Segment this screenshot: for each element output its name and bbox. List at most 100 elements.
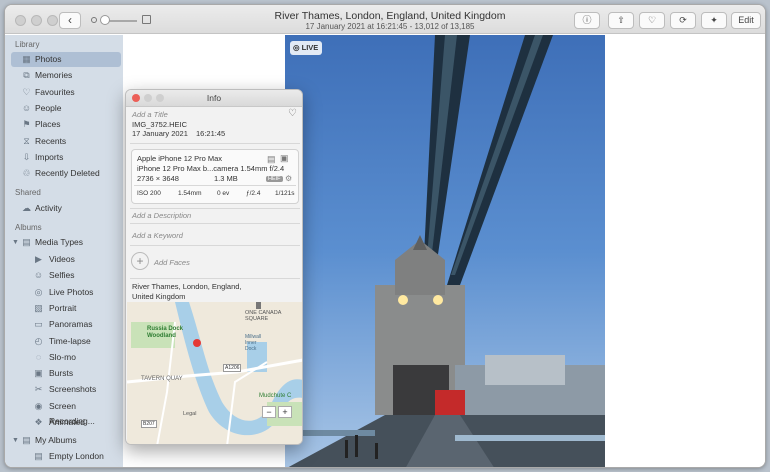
photo-date: 17 January 2021 (132, 129, 188, 138)
videos-icon: ▶ (35, 254, 42, 264)
zoom-slider-knob[interactable] (100, 15, 110, 25)
sidebar-item-label: Panoramas (49, 319, 93, 330)
map-zoom-out-button[interactable]: − (262, 406, 276, 418)
panoramas-icon: ▭ (34, 319, 43, 330)
zoom-out-icon (91, 17, 97, 23)
sidebar-item-label: Slo-mo (49, 351, 76, 362)
sidebar-item-label: Time-lapse (49, 335, 91, 346)
zoom-window-button[interactable] (47, 15, 58, 26)
photo-time: 16:21:45 (196, 129, 226, 138)
add-faces-label[interactable]: Add Faces (154, 258, 190, 267)
keyword-field[interactable]: Add a Keyword (132, 231, 183, 240)
sidebar-item-bursts[interactable]: ▣ Bursts (11, 366, 121, 381)
sidebar-section-albums: Albums (15, 223, 42, 232)
minimize-window-button[interactable] (31, 15, 42, 26)
window-subtitle: 17 January 2021 at 16:21:45 - 13,012 of … (305, 22, 475, 31)
sidebar-item-label: Places (35, 119, 61, 130)
sidebar-item-label: Favourites (35, 86, 75, 97)
selfies-icon: ☺ (33, 270, 44, 281)
disclosure-triangle-icon[interactable]: ▼ (12, 235, 19, 250)
sidebar-item-label: Screenshots (49, 384, 97, 395)
map-label-mudchute: Mudchute C (259, 393, 292, 399)
sidebar-item-my-albums[interactable]: ▼ ▤ My Albums (11, 433, 121, 448)
sidebar-item-screenshots[interactable]: ✂ Screenshots (11, 382, 121, 397)
sidebar-item-screen-recording[interactable]: ◉ Screen Recording... (11, 399, 121, 426)
sidebar: Library Shared Albums ▦ Photos ⧉ Memories ♡ F… (5, 35, 123, 467)
camera-details: Apple iPhone 12 Pro Max iPhone 12 Pro Ma… (131, 149, 299, 204)
live-badge[interactable]: ◎ LIVE (290, 41, 323, 55)
magic-wand-icon: ✦ (710, 15, 718, 25)
sidebar-item-favourites[interactable]: ♡ Favourites (11, 85, 121, 100)
location-line-2: United Kingdom (132, 292, 186, 301)
my-albums-icon: ▤ (22, 435, 31, 445)
share-button[interactable]: ⇧ (608, 12, 634, 29)
rotate-icon: ⟳ (679, 15, 687, 25)
sidebar-item-time-lapse[interactable]: ◴ Time-lapse (11, 334, 121, 349)
sidebar-item-live-photos[interactable]: ◎ Live Photos (11, 285, 121, 300)
sidebar-item-slo-mo[interactable]: ◌ Slo-mo (11, 350, 121, 365)
sidebar-item-media-types[interactable]: ▼ ▤ Media Types (11, 235, 121, 250)
map-label-russia-dock: Russia Dock Woodland (147, 326, 184, 339)
info-button[interactable]: ⓘ (574, 12, 600, 29)
imports-icon: ⇩ (22, 151, 31, 162)
rotate-button[interactable]: ⟳ (670, 12, 696, 29)
empty-london-icon: ▤ (34, 451, 43, 461)
disclosure-triangle-icon[interactable]: ▼ (12, 433, 19, 448)
animated-icon: ❖ (34, 417, 43, 427)
memories-icon: ⧉ (23, 70, 30, 81)
sidebar-item-label: Portrait (49, 302, 77, 313)
dimensions: 2736 × 3648 (137, 174, 179, 183)
info-icon: ⓘ (582, 15, 592, 25)
add-title-field[interactable]: Add a Title (132, 110, 168, 119)
titlebar: ‹ River Thames, London, England, United … (5, 5, 765, 34)
sidebar-item-label: Recently Deleted (35, 168, 100, 179)
sidebar-item-label: Bursts (49, 368, 74, 379)
heart-icon: ♡ (647, 15, 657, 25)
recents-icon: ⧖ (23, 135, 30, 146)
description-field[interactable]: Add a Description (132, 211, 191, 220)
info-panel: Info Add a Title ♡ IMG_3752.HEIC 17 Janu… (125, 89, 303, 445)
edit-button[interactable]: Edit (731, 12, 761, 29)
back-button[interactable]: ‹ (59, 12, 81, 29)
map-legal-link[interactable]: Legal (183, 411, 196, 417)
sidebar-item-portrait[interactable]: ▧ Portrait (11, 301, 121, 316)
sidebar-item-people[interactable]: ☺ People (11, 101, 121, 116)
sidebar-item-panoramas[interactable]: ▭ Panoramas (11, 317, 121, 332)
sidebar-item-recents[interactable]: ⧖ Recents (11, 134, 121, 149)
share-icon: ⇧ (617, 15, 625, 25)
sidebar-item-label: People (35, 102, 62, 113)
sidebar-item-animated[interactable]: ❖ Animated (11, 415, 121, 430)
favourite-heart-icon[interactable]: ♡ (288, 108, 297, 119)
sidebar-item-label: Imports (35, 151, 64, 162)
map-zoom-in-button[interactable]: + (278, 406, 292, 418)
screen-recording-icon: ◉ (34, 400, 43, 411)
favourite-button[interactable]: ♡ (639, 12, 665, 29)
map-label-one-canada: ONE CANADA SQUARE (245, 310, 282, 322)
sidebar-item-videos[interactable]: ▶ Videos (11, 252, 121, 267)
sidebar-item-selfies[interactable]: ☺ Selfies (11, 268, 121, 283)
activity-icon: ☁ (22, 203, 31, 213)
sidebar-item-label: Empty London (49, 451, 104, 461)
location-map[interactable]: ONE CANADA SQUARE Russia Dock Woodland M… (127, 302, 302, 444)
sidebar-item-recently-deleted[interactable]: ♲ Recently Deleted (11, 166, 121, 181)
exif-ev: 0 ev (217, 190, 230, 197)
map-label-tavern-quay: TAVERN QUAY (141, 376, 183, 382)
sidebar-item-activity[interactable]: ☁ Activity (11, 201, 121, 216)
sidebar-item-label: Activity (35, 203, 62, 213)
sidebar-item-places[interactable]: ⚑ Places (11, 117, 121, 132)
enhance-button[interactable]: ✦ (701, 12, 727, 29)
close-window-button[interactable] (15, 15, 26, 26)
sidebar-item-memories[interactable]: ⧉ Memories (11, 68, 121, 83)
screenshots-icon: ✂ (34, 384, 43, 395)
sidebar-item-photos[interactable]: ▦ Photos (11, 52, 121, 67)
sidebar-item-empty-london[interactable]: ▤ Empty London (11, 449, 121, 464)
filename: IMG_3752.HEIC (132, 120, 188, 129)
photo-viewer[interactable]: ◎ LIVE (285, 35, 605, 467)
chevron-left-icon: ‹ (68, 13, 72, 27)
live-camera-icon: ▣ (280, 153, 289, 163)
sidebar-item-label: Recents (35, 135, 67, 146)
sidebar-item-imports[interactable]: ⇩ Imports (11, 150, 121, 165)
add-faces-button[interactable]: + (131, 252, 149, 270)
favourites-icon: ♡ (22, 86, 31, 97)
info-panel-header: Info (126, 90, 302, 107)
